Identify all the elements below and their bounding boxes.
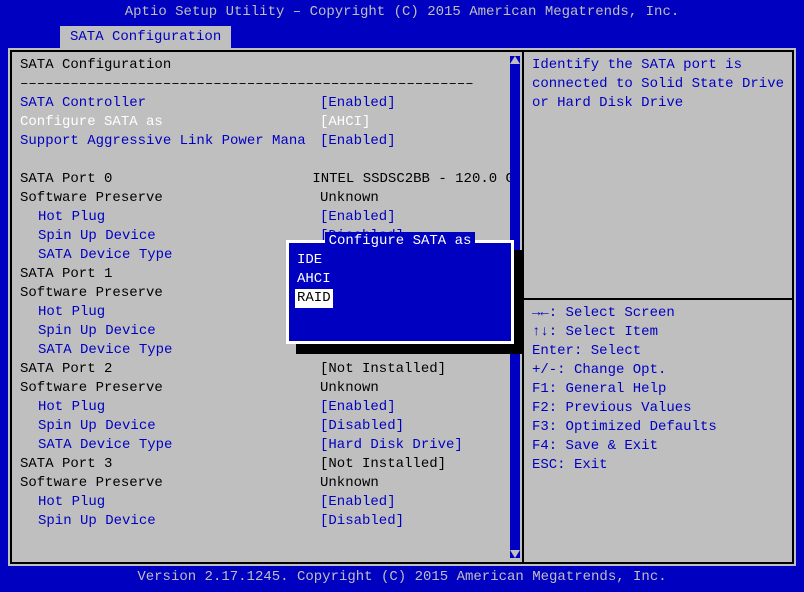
header-title: Aptio Setup Utility – Copyright (C) 2015…: [0, 0, 804, 26]
scroll-down-icon[interactable]: [510, 550, 520, 558]
configure-sata-popup: Configure SATA as IDE AHCI RAID: [286, 240, 514, 344]
value: [Enabled]: [320, 94, 514, 113]
software-preserve: Software Preserve Unknown: [20, 189, 514, 208]
item-hot-plug[interactable]: Hot Plug [Enabled]: [20, 398, 514, 417]
sata-port-2: SATA Port 2 [Not Installed]: [20, 360, 514, 379]
label: Support Aggressive Link Power Mana: [20, 132, 320, 151]
item-configure-sata-as[interactable]: Configure SATA as [AHCI]: [20, 113, 514, 132]
label: Configure SATA as: [20, 113, 320, 132]
sata-port-0: SATA Port 0 INTEL SSDSC2BB - 120.0 G: [20, 170, 514, 189]
key-change-opt: +/-: Change Opt.: [532, 361, 784, 380]
item-hot-plug[interactable]: Hot Plug [Enabled]: [20, 493, 514, 512]
item-hot-plug[interactable]: Hot Plug [Enabled]: [20, 208, 514, 227]
value: [AHCI]: [320, 113, 514, 132]
item-spin-up[interactable]: Spin Up Device [Disabled]: [20, 417, 514, 436]
label: Hot Plug: [20, 398, 320, 417]
popup-title: Configure SATA as: [325, 232, 476, 251]
label: Hot Plug: [20, 208, 320, 227]
sata-port-3: SATA Port 3 [Not Installed]: [20, 455, 514, 474]
value: [Hard Disk Drive]: [320, 436, 514, 455]
key-optimized-defaults: F3: Optimized Defaults: [532, 418, 784, 437]
help-keys: →←: Select Screen ↑↓: Select Item Enter:…: [532, 304, 784, 558]
help-panel: Identify the SATA port is connected to S…: [524, 50, 794, 564]
label: Hot Plug: [20, 493, 320, 512]
scroll-up-icon[interactable]: [510, 56, 520, 64]
popup-option-ahci[interactable]: AHCI: [295, 270, 505, 289]
label: Spin Up Device: [20, 322, 320, 341]
port-device: [Not Installed]: [320, 360, 514, 379]
key-save-exit: F4: Save & Exit: [532, 437, 784, 456]
value: [Disabled]: [320, 417, 514, 436]
key-select-screen: →←: Select Screen: [532, 304, 784, 323]
value: [Enabled]: [320, 208, 514, 227]
port-name: SATA Port 1: [20, 265, 320, 284]
label: Software Preserve: [20, 284, 320, 303]
value: [Enabled]: [320, 493, 514, 512]
port-device: INTEL SSDSC2BB - 120.0 G: [312, 170, 514, 189]
software-preserve: Software Preserve Unknown: [20, 474, 514, 493]
label: Spin Up Device: [20, 227, 320, 246]
key-general-help: F1: General Help: [532, 380, 784, 399]
label: Spin Up Device: [20, 417, 320, 436]
key-select-item: ↑↓: Select Item: [532, 323, 784, 342]
software-preserve: Software Preserve Unknown: [20, 379, 514, 398]
value: Unknown: [320, 189, 514, 208]
tab-bar: SATA Configuration: [0, 26, 804, 48]
tab-sata-configuration[interactable]: SATA Configuration: [60, 26, 231, 49]
label: SATA Controller: [20, 94, 320, 113]
label: SATA Device Type: [20, 436, 320, 455]
help-divider: [524, 298, 792, 300]
main-frame: SATA Configuration –––––––––––––––––––––…: [8, 48, 796, 566]
key-esc-exit: ESC: Exit: [532, 456, 784, 475]
key-previous-values: F2: Previous Values: [532, 399, 784, 418]
settings-panel: SATA Configuration –––––––––––––––––––––…: [10, 50, 524, 564]
port-name: SATA Port 0: [20, 170, 312, 189]
help-text: Identify the SATA port is: [532, 56, 784, 75]
label: Software Preserve: [20, 379, 320, 398]
label: Spin Up Device: [20, 512, 320, 531]
popup-option-ide[interactable]: IDE: [295, 251, 505, 270]
value: Unknown: [320, 474, 514, 493]
value: [Disabled]: [320, 512, 514, 531]
port-name: SATA Port 3: [20, 455, 320, 474]
value: [Enabled]: [320, 132, 514, 151]
popup-option-raid[interactable]: RAID: [295, 289, 333, 308]
label: SATA Device Type: [20, 341, 320, 360]
help-text: or Hard Disk Drive: [532, 94, 784, 113]
label: Hot Plug: [20, 303, 320, 322]
label: Software Preserve: [20, 189, 320, 208]
item-device-type[interactable]: SATA Device Type [Hard Disk Drive]: [20, 436, 514, 455]
item-sata-controller[interactable]: SATA Controller [Enabled]: [20, 94, 514, 113]
value: Unknown: [320, 379, 514, 398]
label: SATA Device Type: [20, 246, 320, 265]
port-name: SATA Port 2: [20, 360, 320, 379]
item-spin-up[interactable]: Spin Up Device [Disabled]: [20, 512, 514, 531]
label: Software Preserve: [20, 474, 320, 493]
section-title: SATA Configuration: [20, 56, 320, 75]
port-device: [Not Installed]: [320, 455, 514, 474]
key-enter: Enter: Select: [532, 342, 784, 361]
footer-version: Version 2.17.1245. Copyright (C) 2015 Am…: [0, 566, 804, 588]
divider: ––––––––––––––––––––––––––––––––––––––––…: [20, 75, 514, 94]
help-text: connected to Solid State Drive: [532, 75, 784, 94]
item-aggressive-link[interactable]: Support Aggressive Link Power Mana [Enab…: [20, 132, 514, 151]
value: [Enabled]: [320, 398, 514, 417]
